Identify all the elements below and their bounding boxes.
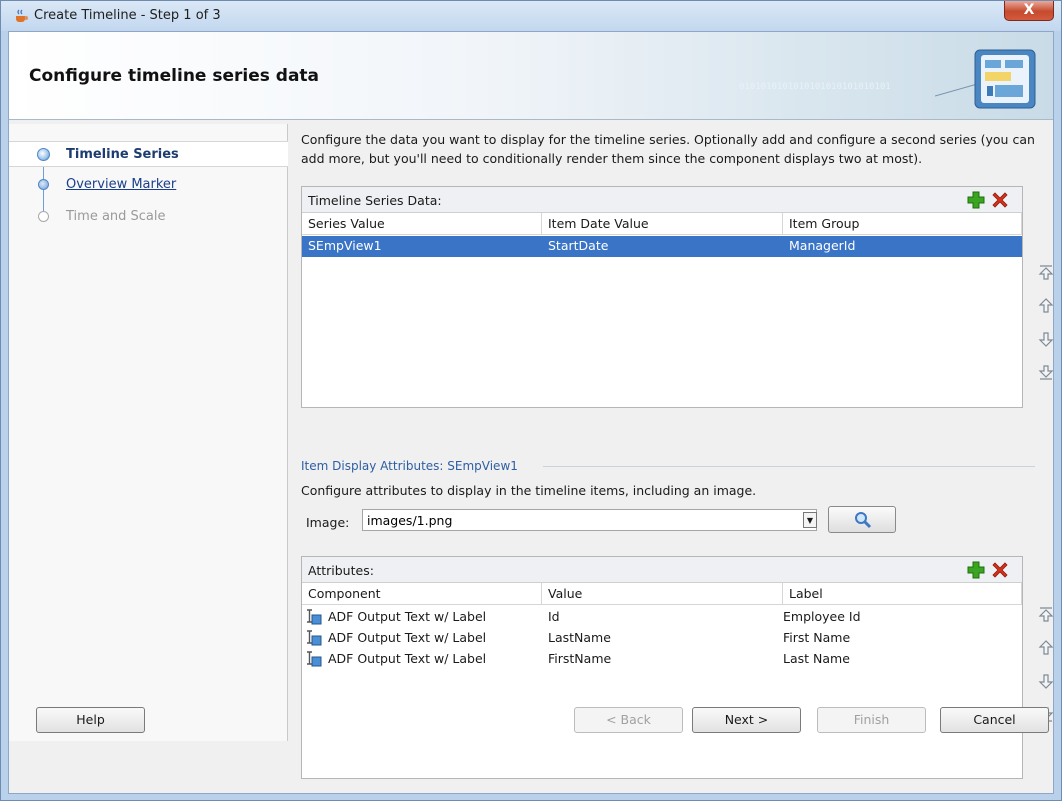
label-cell: First Name [783,630,851,645]
next-button[interactable]: Next > [692,707,801,733]
delete-icon[interactable] [990,190,1010,210]
move-to-bottom-icon[interactable] [1035,361,1057,383]
table-row[interactable]: ADF Output Text w/ Label LastName First … [302,628,1022,649]
header-binary-decoration: 0101010101010101010101010101 [739,82,891,92]
cancel-button[interactable]: Cancel [940,707,1049,733]
column-header-value[interactable]: Value [542,583,783,605]
item-description: Configure attributes to display in the t… [301,483,757,498]
dialog-client: Configure timeline series data 010101010… [8,31,1054,794]
finish-button[interactable]: Finish [817,707,926,733]
item-display-attributes-heading: Item Display Attributes: SEmpView1 [301,459,518,473]
step-label: Time and Scale [66,209,166,224]
label-cell: Last Name [783,651,850,666]
move-to-top-icon[interactable] [1035,262,1057,284]
wizard-main: Configure the data you want to display f… [289,124,1054,779]
step-label[interactable]: Overview Marker [66,177,176,192]
add-icon[interactable] [966,190,986,210]
table-row[interactable]: ADF Output Text w/ Label FirstName Last … [302,649,1022,670]
image-dropdown-button[interactable]: ▼ [803,512,817,528]
attributes-panel: Attributes: Component Value Label ADF Ou… [301,556,1023,779]
item-group-cell: ManagerId [789,238,856,253]
close-button[interactable]: X [1004,1,1054,21]
coffee-cup-icon [16,9,28,22]
step-current-icon [37,148,50,161]
wizard-header: Configure timeline series data 010101010… [9,32,1053,120]
item-date-value-cell: StartDate [548,238,609,253]
delete-icon[interactable] [990,560,1010,580]
image-label: Image: [306,515,350,530]
move-down-icon[interactable] [1035,328,1057,350]
back-button[interactable]: < Back [574,707,683,733]
page-description: Configure the data you want to display f… [301,132,1035,166]
panel-header: Attributes: [302,557,1022,583]
component-cell: ADF Output Text w/ Label [328,630,487,645]
output-text-icon [307,609,322,625]
column-header-component[interactable]: Component [302,583,542,605]
step-disabled-icon [38,211,49,222]
title-bar[interactable]: Create Timeline - Step 1 of 3 X [1,1,1061,31]
window-title: Create Timeline - Step 1 of 3 [34,8,221,23]
panel-label: Attributes: [308,563,374,578]
move-up-icon[interactable] [1035,295,1057,317]
output-text-icon [307,651,322,667]
wizard-steps-nav: Timeline Series Overview Marker Time and… [9,124,288,741]
attributes-reorder-buttons [1035,604,1057,724]
component-cell: ADF Output Text w/ Label [328,651,487,666]
step-label: Timeline Series [66,147,179,162]
table-row[interactable]: SEmpView1 StartDate ManagerId [302,236,1022,257]
column-header-item-group[interactable]: Item Group [783,213,1022,235]
move-to-top-icon[interactable] [1035,604,1057,626]
section-divider [543,466,1035,467]
output-text-icon [307,630,322,646]
series-reorder-buttons [1035,262,1057,382]
panel-header: Timeline Series Data: [302,187,1022,213]
move-up-icon[interactable] [1035,637,1057,659]
browse-image-button[interactable] [828,506,896,533]
dialog-window: Create Timeline - Step 1 of 3 X Configur… [0,0,1062,801]
label-cell: Employee Id [783,609,861,624]
image-field[interactable] [362,509,817,531]
component-cell: ADF Output Text w/ Label [328,609,487,624]
table-row[interactable]: ADF Output Text w/ Label Id Employee Id [302,607,1022,628]
step-icon [38,179,49,190]
move-down-icon[interactable] [1035,670,1057,692]
value-cell: Id [548,609,560,624]
magnifier-icon [855,512,872,529]
add-icon[interactable] [966,560,986,580]
column-header-series-value[interactable]: Series Value [302,213,542,235]
column-header-item-date-value[interactable]: Item Date Value [542,213,783,235]
series-value-cell: SEmpView1 [308,238,382,253]
step-overview-marker[interactable]: Overview Marker [9,172,288,198]
step-timeline-series[interactable]: Timeline Series [9,141,288,167]
column-header-label[interactable]: Label [783,583,1022,605]
value-cell: LastName [548,630,611,645]
timeline-wizard-icon [935,49,1036,109]
panel-label: Timeline Series Data: [308,193,442,208]
page-title: Configure timeline series data [29,66,320,86]
timeline-series-panel: Timeline Series Data: Series Value Item … [301,186,1023,408]
help-button[interactable]: Help [36,707,145,733]
step-time-and-scale[interactable]: Time and Scale [9,204,288,230]
value-cell: FirstName [548,651,612,666]
